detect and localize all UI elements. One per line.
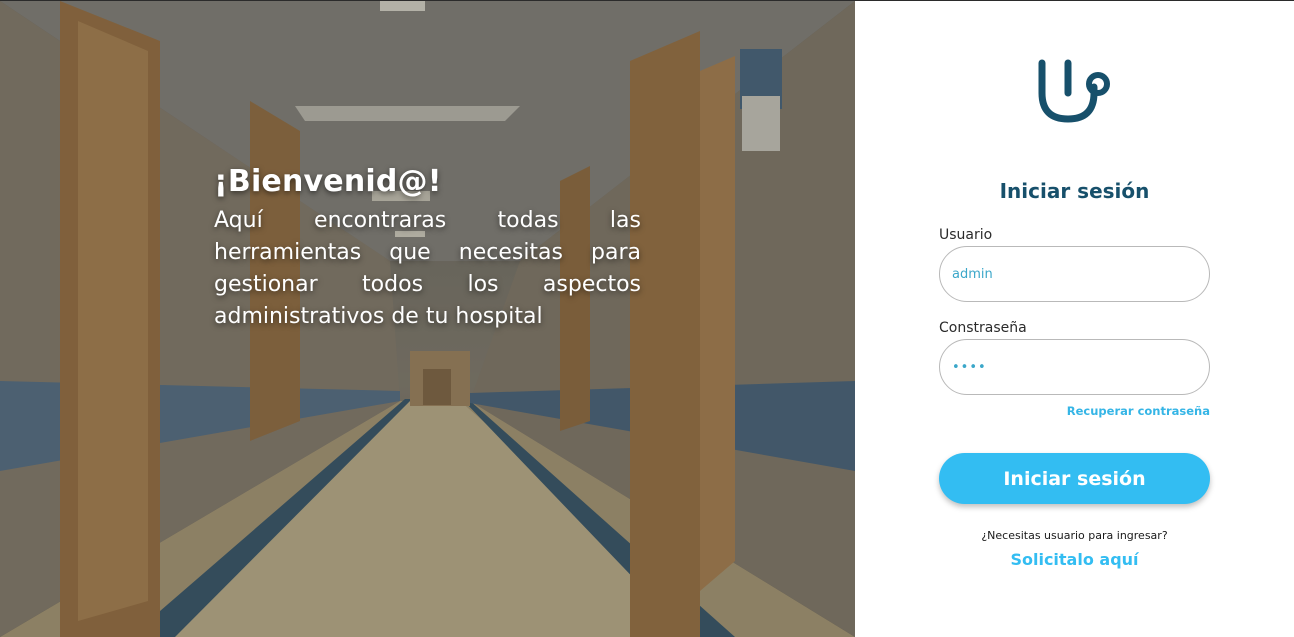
password-label: Constraseña — [939, 320, 1027, 336]
username-label: Usuario — [939, 227, 993, 243]
hero-text-block: ¡Bienvenid@! Aquí encontraras todas las … — [214, 163, 641, 333]
login-button[interactable]: Iniciar sesión — [939, 453, 1210, 504]
request-access-link[interactable]: Solicitalo aquí — [855, 550, 1294, 569]
password-input[interactable] — [939, 339, 1210, 395]
username-input[interactable] — [939, 246, 1210, 302]
hero-panel: ¡Bienvenid@! Aquí encontraras todas las … — [0, 1, 855, 637]
recover-password-link[interactable]: Recuperar contraseña — [1067, 404, 1210, 418]
login-page: ¡Bienvenid@! Aquí encontraras todas las … — [0, 0, 1294, 637]
hero-description: Aquí encontraras todas las herramientas … — [214, 208, 641, 329]
login-title: Iniciar sesión — [999, 179, 1150, 203]
login-panel: Iniciar sesión Usuario Constraseña Recup… — [855, 1, 1294, 637]
hero-title: ¡Bienvenid@! — [214, 164, 442, 199]
need-user-text: ¿Necesitas usuario para ingresar? — [981, 529, 1168, 542]
stethoscope-icon — [1038, 59, 1110, 123]
